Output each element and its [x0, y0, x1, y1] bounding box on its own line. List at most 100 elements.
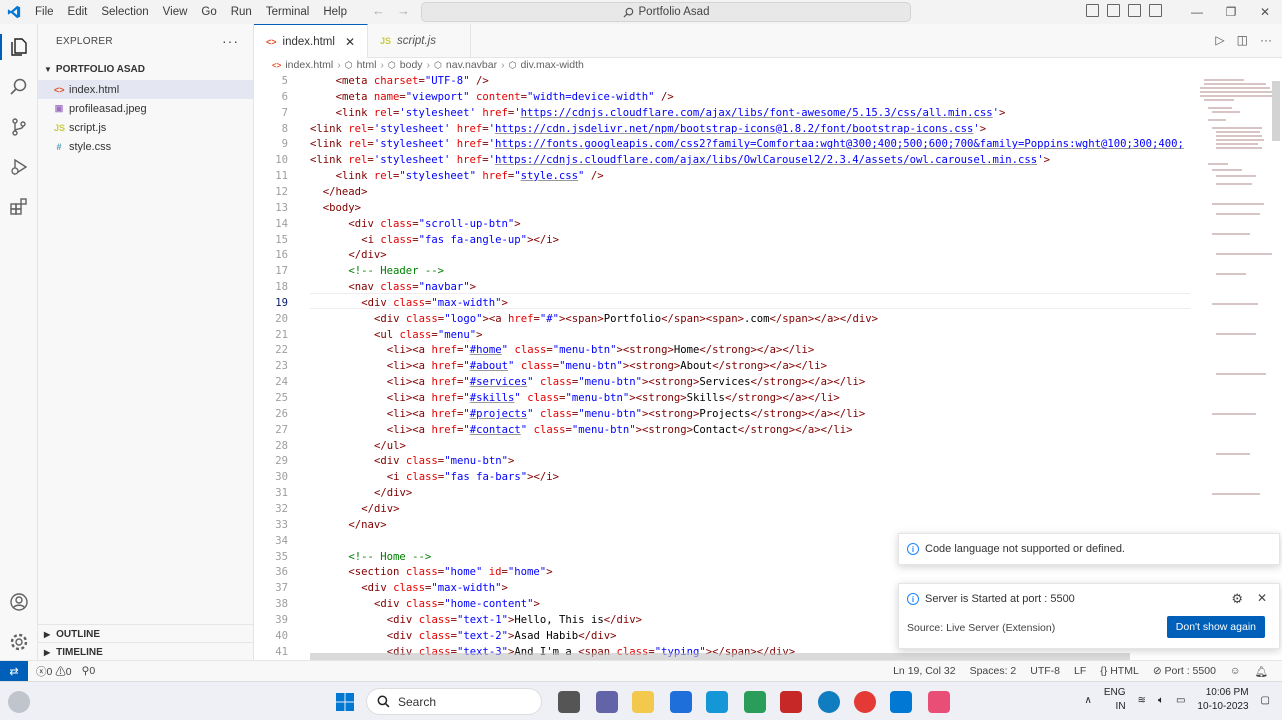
widgets-icon[interactable]	[8, 691, 30, 713]
toggle-panel-icon[interactable]	[1107, 4, 1120, 17]
close-icon[interactable]: ✕	[1257, 591, 1267, 605]
code-line[interactable]: 36 <section class="home" id="home">	[254, 564, 1282, 580]
cursor-position[interactable]: Ln 19, Col 32	[893, 665, 955, 677]
code-line[interactable]: 20 <div class="logo"><a href="#"><span>Po…	[254, 311, 1282, 327]
code-line[interactable]: 26 <li><a href="#projects" class="menu-bt…	[254, 406, 1282, 422]
language-indicator[interactable]: ENG IN	[1104, 686, 1126, 714]
code-line[interactable]: 13 <body>	[254, 200, 1282, 216]
file-item-index-html[interactable]: <> index.html	[38, 80, 253, 99]
folder-header[interactable]: ▼ PORTFOLIO ASAD	[38, 58, 253, 80]
code-line[interactable]: 19 <div class="max-width">	[254, 295, 1282, 311]
file-explorer-icon[interactable]	[632, 691, 654, 713]
code-line[interactable]: 27 <li><a href="#contact" class="menu-btn…	[254, 422, 1282, 438]
command-center[interactable]: Portfolio Asad	[421, 2, 911, 22]
code-line[interactable]: 17 <!-- Header -->	[254, 263, 1282, 279]
feedback-icon[interactable]: ☺	[1230, 665, 1241, 677]
whatsapp-icon[interactable]	[744, 691, 766, 713]
taskbar-search[interactable]: Search	[366, 688, 542, 715]
start-windows-icon[interactable]	[334, 691, 356, 713]
account-icon[interactable]	[7, 590, 31, 614]
code-line[interactable]: 23 <li><a href="#about" class="menu-btn">…	[254, 358, 1282, 374]
dont-show-again-button[interactable]: Don't show again	[1166, 616, 1265, 638]
toggle-sidebar-icon[interactable]	[1086, 4, 1099, 17]
code-line[interactable]: 29 <div class="menu-btn">	[254, 453, 1282, 469]
explorer-files-icon[interactable]	[7, 35, 31, 59]
app-icon[interactable]	[706, 691, 728, 713]
restore-icon[interactable]: ❐	[1214, 0, 1248, 24]
breadcrumb-item[interactable]: index.html	[285, 59, 333, 71]
code-line[interactable]: 24 <li><a href="#services" class="menu-bt…	[254, 374, 1282, 390]
code-line[interactable]: 6 <meta name="viewport" content="width=de…	[254, 89, 1282, 105]
menu-view[interactable]: View	[156, 6, 195, 18]
more-actions-icon[interactable]: ···	[1260, 33, 1272, 47]
minimize-icon[interactable]: —	[1180, 0, 1214, 24]
store-icon[interactable]	[670, 691, 692, 713]
horizontal-scrollbar[interactable]	[310, 653, 1130, 660]
timeline-section[interactable]: ▶ TIMELINE	[38, 642, 254, 662]
line-ending[interactable]: LF	[1074, 665, 1086, 677]
snipping-tool-icon[interactable]	[928, 691, 950, 713]
battery-icon[interactable]: ▭	[1176, 695, 1185, 706]
breadcrumb-item[interactable]: html	[357, 59, 377, 71]
code-line[interactable]: 7 <link rel='stylesheet' href='https://cd…	[254, 105, 1282, 121]
code-line[interactable]: 15 <i class="fas fa-angle-up"></i>	[254, 232, 1282, 248]
code-line[interactable]: 31 </div>	[254, 485, 1282, 501]
menu-terminal[interactable]: Terminal	[259, 6, 316, 18]
code-line[interactable]: 21 <ul class="menu">	[254, 327, 1282, 343]
remote-icon[interactable]: ⇄	[0, 660, 28, 682]
encoding[interactable]: UTF-8	[1030, 665, 1060, 677]
indentation[interactable]: Spaces: 2	[970, 665, 1017, 677]
teams-chat-icon[interactable]	[596, 691, 618, 713]
volume-icon[interactable]: 🔈︎	[1158, 695, 1164, 706]
code-line[interactable]: 8 <link rel='stylesheet' href='https://cd…	[254, 121, 1282, 137]
file-item-profileasad-jpeg[interactable]: ▣ profileasad.jpeg	[38, 99, 253, 118]
language-mode[interactable]: {} HTML	[1100, 665, 1139, 677]
menu-run[interactable]: Run	[224, 6, 259, 18]
edge-icon[interactable]	[818, 691, 840, 713]
search-icon[interactable]	[7, 75, 31, 99]
tab-script-js[interactable]: JS script.js	[368, 24, 471, 58]
menu-go[interactable]: Go	[194, 6, 223, 18]
notification-center-icon[interactable]: ▢	[1261, 695, 1270, 706]
code-line[interactable]: 18 <nav class="navbar">	[254, 279, 1282, 295]
code-line[interactable]: 25 <li><a href="#skills" class="menu-btn"…	[254, 390, 1282, 406]
code-editor[interactable]: 5 <meta charset="UTF-8" /> 6 <meta name="vi…	[254, 73, 1282, 660]
mcafee-icon[interactable]	[780, 691, 802, 713]
file-item-script-js[interactable]: JS script.js	[38, 118, 253, 137]
code-line[interactable]: 11 <link rel="stylesheet" href="style.css…	[254, 168, 1282, 184]
menu-selection[interactable]: Selection	[94, 6, 155, 18]
clock[interactable]: 10:06 PM 10-10-2023	[1197, 686, 1248, 714]
code-line[interactable]: 28 </ul>	[254, 438, 1282, 454]
run-debug-icon[interactable]	[7, 155, 31, 179]
forward-arrow-icon[interactable]: →	[397, 3, 410, 18]
code-line[interactable]: 32 </div>	[254, 501, 1282, 517]
menu-edit[interactable]: Edit	[61, 6, 95, 18]
code-line[interactable]: 5 <meta charset="UTF-8" />	[254, 73, 1282, 89]
close-window-icon[interactable]: ✕	[1248, 0, 1282, 24]
vscode-taskbar-icon[interactable]	[890, 691, 912, 713]
menu-file[interactable]: File	[28, 6, 61, 18]
code-line[interactable]: 12 </head>	[254, 184, 1282, 200]
tab-index-html[interactable]: <> index.html ✕	[254, 24, 368, 58]
breadcrumb-item[interactable]: nav.navbar	[446, 59, 497, 71]
wifi-icon[interactable]: ≋	[1138, 695, 1146, 706]
code-line[interactable]: 10 <link rel='stylesheet' href='https://c…	[254, 152, 1282, 168]
toggle-secondary-sidebar-icon[interactable]	[1128, 4, 1141, 17]
chrome-icon[interactable]	[854, 691, 876, 713]
breadcrumb-item[interactable]: body	[400, 59, 423, 71]
settings-gear-icon[interactable]	[7, 630, 31, 654]
back-arrow-icon[interactable]: ←	[372, 3, 385, 18]
live-server-port[interactable]: ⊘ Port : 5500	[1153, 665, 1216, 677]
outline-section[interactable]: ▶ OUTLINE	[38, 624, 254, 644]
breadcrumb-item[interactable]: div.max-width	[520, 59, 583, 71]
split-editor-icon[interactable]: ◫	[1237, 33, 1248, 47]
code-line[interactable]: 14 <div class="scroll-up-btn">	[254, 216, 1282, 232]
vertical-scrollbar[interactable]	[1272, 81, 1280, 141]
customize-layout-icon[interactable]	[1149, 4, 1162, 17]
ports-indicator[interactable]: ⚲0	[82, 665, 96, 677]
more-actions-icon[interactable]: ···	[222, 33, 239, 49]
minimap[interactable]	[1198, 73, 1276, 513]
notifications-bell-icon[interactable]: 🔔︎	[1255, 665, 1268, 678]
code-line[interactable]: 9 <link rel='stylesheet' href='https://fo…	[254, 136, 1282, 152]
close-tab-icon[interactable]: ✕	[345, 35, 355, 49]
